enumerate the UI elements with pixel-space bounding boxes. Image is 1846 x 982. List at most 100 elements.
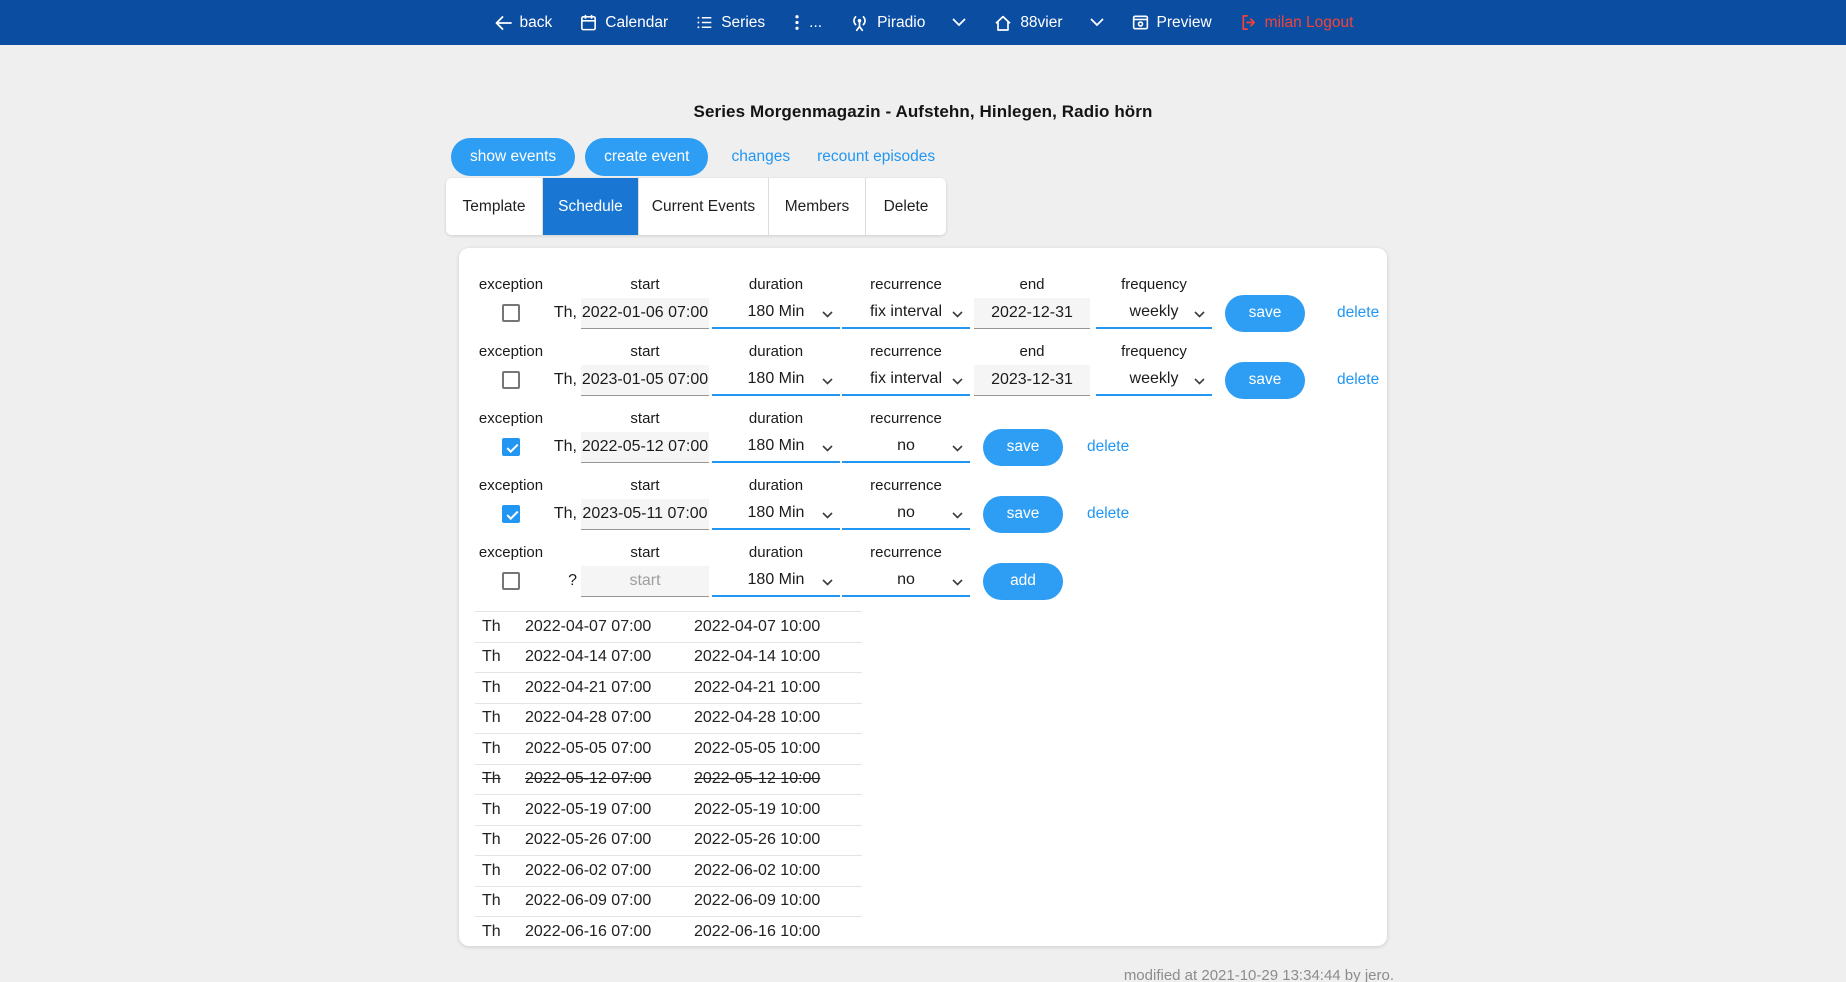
start-input[interactable] xyxy=(581,566,709,597)
nav-item-label: Piradio xyxy=(877,14,925,32)
nav-item-piradio-dropdown[interactable] xyxy=(952,18,966,27)
duration-select[interactable]: 180 Min xyxy=(712,298,840,329)
nav-item-station-88vier[interactable]: 88vier xyxy=(993,13,1062,33)
tab-schedule[interactable]: Schedule xyxy=(543,178,639,235)
exception-label: exception xyxy=(475,276,547,295)
recurrence-select[interactable]: fix interval xyxy=(842,365,970,396)
nav-item-series[interactable]: Series xyxy=(695,13,765,32)
start-input[interactable] xyxy=(581,298,709,329)
event-day: Th xyxy=(482,770,525,788)
tab-delete[interactable]: Delete xyxy=(866,178,946,235)
delete-link[interactable]: delete xyxy=(1087,505,1129,523)
changes-link[interactable]: changes xyxy=(731,148,790,166)
nav-item-more[interactable]: ... xyxy=(792,13,822,32)
chevron-down-icon xyxy=(822,579,833,586)
nav-item-label: Preview xyxy=(1157,14,1212,32)
main-content: Series Morgenmagazin - Aufstehn, Hinlege… xyxy=(459,102,1387,946)
duration-select[interactable]: 180 Min xyxy=(712,499,840,530)
event-start: 2022-05-12 07:00 xyxy=(525,770,694,788)
delete-link[interactable]: delete xyxy=(1337,304,1379,322)
event-row: Th 2022-06-02 07:00 2022-06-02 10:00 xyxy=(475,855,862,886)
save-button[interactable]: save xyxy=(983,429,1063,466)
nav-item-back[interactable]: back xyxy=(493,13,553,33)
recurrence-label: recurrence xyxy=(842,477,970,496)
create-event-button[interactable]: create event xyxy=(585,138,708,176)
day-label: Th, xyxy=(547,430,577,464)
exception-checkbox[interactable] xyxy=(502,371,520,389)
day-label: Th, xyxy=(547,296,577,330)
duration-label: duration xyxy=(712,410,840,429)
end-input[interactable] xyxy=(974,365,1090,396)
chevron-down-icon xyxy=(952,512,963,519)
nav-item-label: back xyxy=(520,14,553,32)
duration-select[interactable]: 180 Min xyxy=(712,566,840,597)
chevron-down-icon xyxy=(1194,311,1205,318)
start-input[interactable] xyxy=(581,432,709,463)
tab-members[interactable]: Members xyxy=(769,178,866,235)
save-button[interactable]: save xyxy=(1225,362,1305,399)
chevron-down-icon xyxy=(952,445,963,452)
series-actions: show events create event changes recount… xyxy=(451,138,1387,176)
exception-checkbox[interactable] xyxy=(502,572,520,590)
event-end: 2022-04-28 10:00 xyxy=(694,709,820,727)
schedule-row: exception Th, start duration 180 Min rec… xyxy=(475,477,1387,531)
event-row: Th 2022-05-12 07:00 2022-05-12 10:00 xyxy=(475,764,862,795)
exception-checkbox[interactable] xyxy=(502,438,520,456)
delete-link[interactable]: delete xyxy=(1337,371,1379,389)
tab-bar: TemplateScheduleCurrent EventsMembersDel… xyxy=(446,178,946,235)
tab-template[interactable]: Template xyxy=(446,178,543,235)
exception-label: exception xyxy=(475,343,547,362)
start-input[interactable] xyxy=(581,499,709,530)
exception-checkbox[interactable] xyxy=(502,304,520,322)
delete-link[interactable]: delete xyxy=(1087,438,1129,456)
day-label: ? xyxy=(547,564,577,598)
duration-select[interactable]: 180 Min xyxy=(712,365,840,396)
chevron-down-icon xyxy=(952,311,963,318)
start-input[interactable] xyxy=(581,365,709,396)
event-start: 2022-04-14 07:00 xyxy=(525,648,694,666)
duration-label: duration xyxy=(712,276,840,295)
schedule-row: exception ? start duration 180 Min recur… xyxy=(475,544,1387,598)
chevron-down-icon xyxy=(1090,18,1104,27)
chevron-down-icon xyxy=(1194,378,1205,385)
event-row: Th 2022-04-21 07:00 2022-04-21 10:00 xyxy=(475,672,862,703)
chevron-down-icon xyxy=(822,512,833,519)
nav-item-label: milan Logout xyxy=(1265,14,1354,32)
event-start: 2022-05-19 07:00 xyxy=(525,801,694,819)
recurrence-label: recurrence xyxy=(842,410,970,429)
tab-current-events[interactable]: Current Events xyxy=(639,178,769,235)
recurrence-select[interactable]: no xyxy=(842,499,970,530)
frequency-select[interactable]: weekly xyxy=(1096,298,1212,329)
recurrence-select[interactable]: no xyxy=(842,432,970,463)
recount-episodes-link[interactable]: recount episodes xyxy=(817,148,935,166)
chevron-down-icon xyxy=(952,378,963,385)
nav-item-preview[interactable]: Preview xyxy=(1131,13,1212,32)
recurrence-label: recurrence xyxy=(842,544,970,563)
end-input[interactable] xyxy=(974,298,1090,329)
exception-checkbox[interactable] xyxy=(502,505,520,523)
save-button[interactable]: save xyxy=(983,496,1063,533)
frequency-select[interactable]: weekly xyxy=(1096,365,1212,396)
event-day: Th xyxy=(482,648,525,666)
frequency-label: frequency xyxy=(1096,276,1212,295)
nav-item-station-dropdown[interactable] xyxy=(1090,18,1104,27)
nav-item-piradio[interactable]: Piradio xyxy=(849,12,925,33)
day-label: Th, xyxy=(547,363,577,397)
event-day: Th xyxy=(482,892,525,910)
nav-item-label: 88vier xyxy=(1020,14,1062,32)
nav-item-calendar[interactable]: Calendar xyxy=(579,13,668,32)
nav-item-label: ... xyxy=(809,14,822,32)
event-end: 2022-06-09 10:00 xyxy=(694,892,820,910)
preview-icon xyxy=(1131,13,1150,32)
recurrence-select[interactable]: fix interval xyxy=(842,298,970,329)
duration-label: duration xyxy=(712,343,840,362)
save-button[interactable]: save xyxy=(1225,295,1305,332)
show-events-button[interactable]: show events xyxy=(451,138,575,176)
chevron-down-icon xyxy=(822,378,833,385)
duration-select[interactable]: 180 Min xyxy=(712,432,840,463)
event-row: Th 2022-04-07 07:00 2022-04-07 10:00 xyxy=(475,611,862,642)
event-end: 2022-05-26 10:00 xyxy=(694,831,820,849)
nav-item-logout[interactable]: milan Logout xyxy=(1239,13,1354,32)
save-button[interactable]: add xyxy=(983,563,1063,600)
recurrence-select[interactable]: no xyxy=(842,566,970,597)
